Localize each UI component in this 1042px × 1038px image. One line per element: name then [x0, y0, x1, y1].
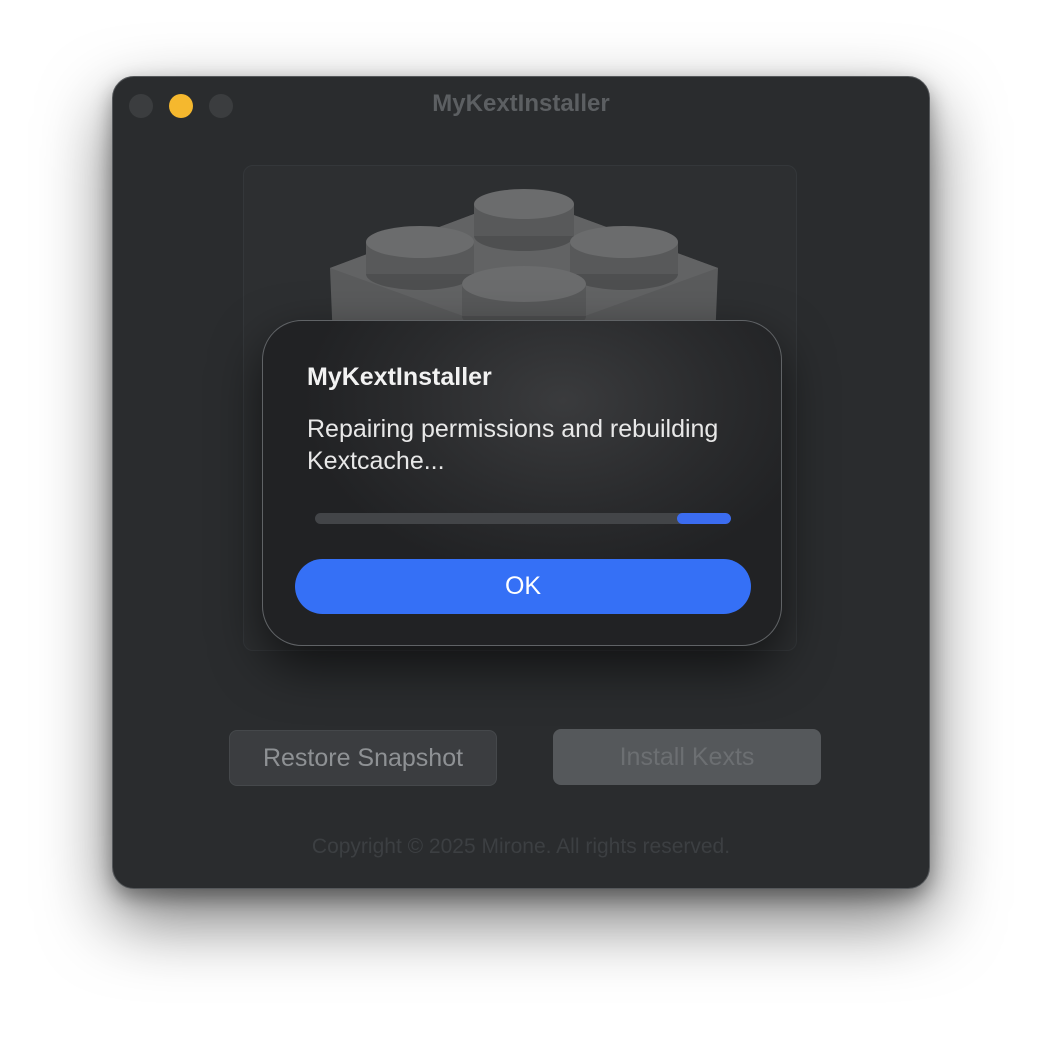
install-kexts-button[interactable]: Install Kexts	[553, 729, 821, 785]
progress-dialog: MyKextInstaller Repairing permissions an…	[262, 320, 782, 646]
progress-indicator	[677, 513, 731, 524]
progress-bar	[315, 513, 731, 524]
restore-snapshot-button[interactable]: Restore Snapshot	[229, 730, 497, 786]
dialog-title: MyKextInstaller	[307, 363, 492, 391]
ok-button[interactable]: OK	[295, 559, 751, 614]
dialog-message: Repairing permissions and rebuilding Kex…	[307, 415, 719, 475]
window-title: MyKextInstaller	[432, 90, 610, 117]
desktop: MyKextInstaller Restore Snapshot Install…	[0, 0, 1042, 1038]
copyright-text: Copyright © 2025 Mirone. All rights rese…	[311, 835, 731, 858]
